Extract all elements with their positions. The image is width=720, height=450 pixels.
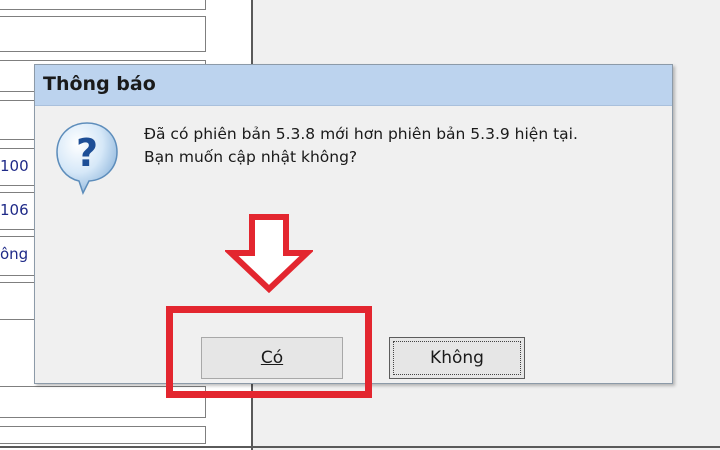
no-button[interactable]: Không: [389, 337, 525, 379]
down-arrow-icon: [225, 214, 313, 293]
dialog-title: Thông báo: [43, 73, 156, 95]
background-field[interactable]: [0, 0, 206, 10]
background-row-value: 100: [0, 157, 29, 175]
svg-text:?: ?: [76, 131, 98, 175]
dialog-message-line: Bạn muốn cập nhật không?: [144, 148, 358, 166]
highlight-box: [166, 306, 372, 398]
question-icon: ?: [56, 122, 118, 195]
background-row-value: 106: [0, 201, 29, 219]
background-field[interactable]: [0, 16, 206, 52]
background-bottom-border: [0, 446, 720, 448]
background-field[interactable]: [0, 426, 206, 444]
dialog-titlebar[interactable]: Thông báo: [35, 65, 672, 106]
dialog-message: Đã có phiên bản 5.3.8 mới hơn phiên bản …: [144, 123, 644, 169]
dialog-message-line: Đã có phiên bản 5.3.8 mới hơn phiên bản …: [144, 125, 578, 143]
background-row-value: ông: [0, 245, 29, 263]
focus-ring: [393, 341, 521, 375]
